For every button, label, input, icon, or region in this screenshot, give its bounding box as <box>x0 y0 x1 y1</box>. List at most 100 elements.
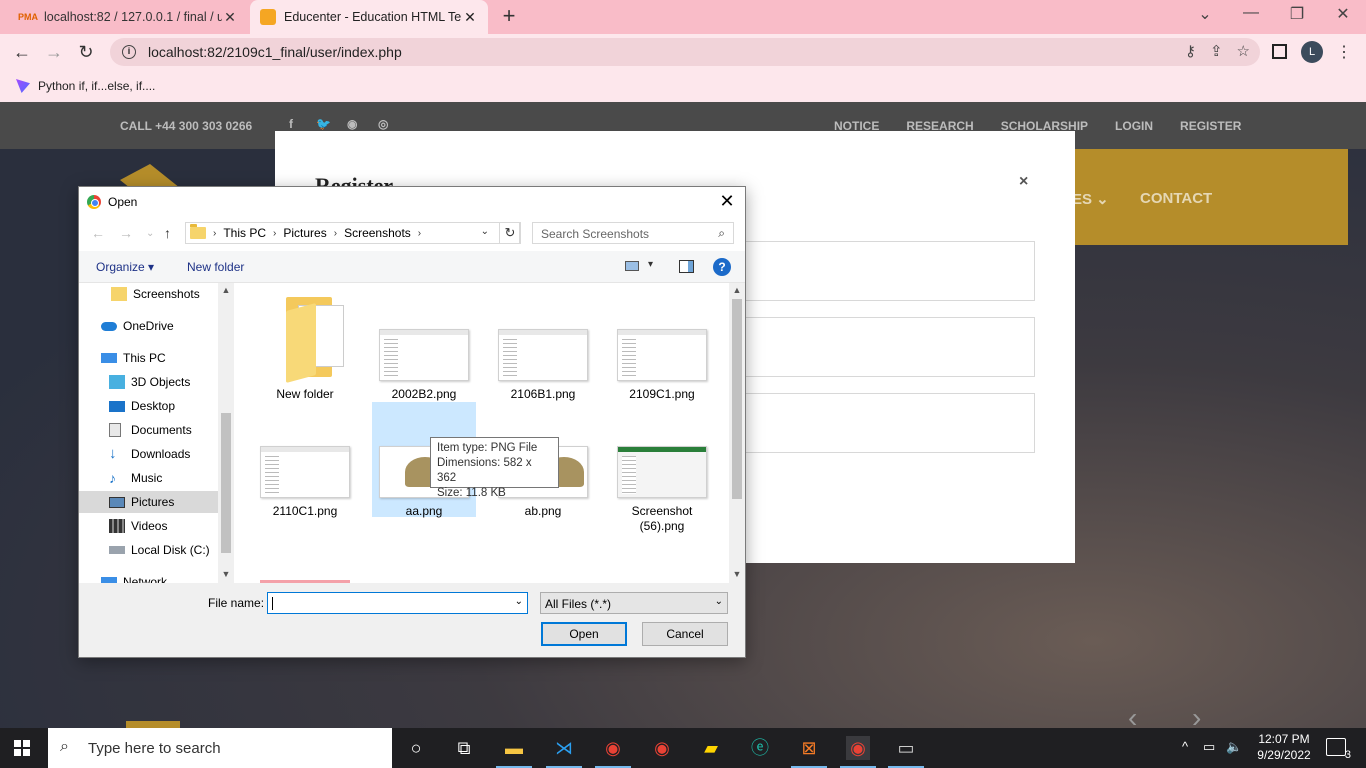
instagram-icon[interactable]: ◎ <box>378 117 388 131</box>
key-icon[interactable]: ⚷ <box>1185 42 1196 60</box>
up-arrow-icon[interactable]: ↑ <box>164 225 171 241</box>
modal-close-icon[interactable]: × <box>1019 173 1028 191</box>
scroll-up-icon[interactable]: ▲ <box>218 285 234 295</box>
back-arrow-icon[interactable]: ← <box>10 40 34 64</box>
dialog-search-input[interactable]: Search Screenshots ⌕ <box>532 222 734 244</box>
notification-icon[interactable]: 3 <box>1326 738 1351 761</box>
register-field-1[interactable] <box>745 241 1035 301</box>
change-view-icon[interactable] <box>625 261 639 271</box>
chevron-down-icon[interactable]: ⌄ <box>481 226 489 237</box>
file-item-new-folder[interactable]: New folder <box>253 285 357 401</box>
windows-start-icon[interactable] <box>14 740 30 756</box>
register-field-3[interactable] <box>745 393 1035 453</box>
chrome-icon[interactable]: ◉ <box>595 736 631 768</box>
close-window-button[interactable]: ✕ <box>1320 4 1366 24</box>
tab-phpmyadmin[interactable]: PMA localhost:82 / 127.0.0.1 / final / u… <box>10 0 248 34</box>
nav-item-desktop[interactable]: Desktop <box>79 395 219 417</box>
scrollbar-thumb[interactable] <box>732 299 742 499</box>
slider-prev-icon[interactable]: ‹ <box>1128 702 1137 728</box>
scroll-down-icon[interactable]: ▼ <box>729 569 745 579</box>
register-field-2[interactable] <box>745 317 1035 377</box>
vscode-icon[interactable]: ⋊ <box>546 736 582 768</box>
minimize-button[interactable]: — <box>1228 4 1274 22</box>
view-dropdown-icon[interactable]: ▾ <box>648 259 653 270</box>
file-item-2002b2[interactable]: 2002B2.png <box>372 285 476 401</box>
kebab-menu-icon[interactable]: ⋮ <box>1336 42 1352 62</box>
terminal-icon[interactable]: ▭ <box>888 736 924 768</box>
address-bar[interactable]: i localhost:82/2109c1_final/user/index.p… <box>110 38 1260 66</box>
nav-item-onedrive[interactable]: OneDrive <box>79 315 219 337</box>
avatar[interactable]: L <box>1301 41 1323 63</box>
nav-item-this-pc[interactable]: This PC <box>79 347 219 369</box>
tab-search-icon[interactable]: ⌄ <box>1182 4 1228 24</box>
tab-educenter[interactable]: Educenter - Education HTML Tem ✕ <box>250 0 488 34</box>
nav-item-network[interactable]: Network <box>79 571 219 583</box>
close-tab-icon[interactable]: ✕ <box>462 9 478 26</box>
chevron-up-icon[interactable]: ^ <box>1182 739 1188 754</box>
slider-indicator[interactable] <box>126 721 180 728</box>
site-info-icon[interactable]: i <box>122 45 136 59</box>
forward-arrow-icon[interactable]: → <box>119 225 133 241</box>
taskbar-clock[interactable]: 12:07 PM 9/29/2022 <box>1256 731 1312 763</box>
network-icon[interactable]: ▭ <box>1203 739 1215 755</box>
nav-register[interactable]: REGISTER <box>1180 119 1241 133</box>
dialog-breadcrumb[interactable]: › This PC › Pictures › Screenshots › ⌄ <box>185 222 520 244</box>
sticky-notes-icon[interactable]: ▰ <box>699 736 723 760</box>
recent-locations-icon[interactable]: ⌄ <box>146 228 154 239</box>
nav-item-3d-objects[interactable]: 3D Objects <box>79 371 219 393</box>
file-item-2110c1[interactable]: 2110C1.png <box>253 402 357 518</box>
forward-arrow-icon[interactable]: → <box>42 40 66 64</box>
facebook-icon[interactable]: f <box>289 117 293 131</box>
chevron-down-icon[interactable]: ⌄ <box>515 596 523 607</box>
nav-item-videos[interactable]: Videos <box>79 515 219 537</box>
volume-icon[interactable]: 🔈 <box>1226 739 1242 755</box>
restore-button[interactable]: ❐ <box>1274 4 1320 24</box>
slider-next-icon[interactable]: › <box>1192 702 1201 728</box>
file-item-2106b1[interactable]: 2106B1.png <box>491 285 595 401</box>
open-button[interactable]: Open <box>541 622 627 646</box>
dialog-close-icon[interactable]: ✕ <box>715 191 739 212</box>
new-folder-button[interactable]: New folder <box>187 260 244 274</box>
nav-item-downloads[interactable]: ↓ Downloads <box>79 443 219 465</box>
nav-item-music[interactable]: ♪ Music <box>79 467 219 489</box>
task-view-icon[interactable]: ⧉ <box>452 736 476 760</box>
scroll-up-icon[interactable]: ▲ <box>729 285 745 295</box>
github-icon[interactable]: ◉ <box>347 117 357 131</box>
file-pane-scrollbar[interactable]: ▲ ▼ <box>729 283 745 583</box>
twitter-icon[interactable]: 🐦 <box>316 117 331 131</box>
reload-icon[interactable]: ↻ <box>74 40 98 64</box>
cancel-button[interactable]: Cancel <box>642 622 728 646</box>
help-icon[interactable]: ? <box>713 258 731 276</box>
nav-login[interactable]: LOGIN <box>1115 119 1153 133</box>
nav-pages-dropdown[interactable]: ES ⌄ <box>1072 190 1109 208</box>
organize-button[interactable]: Organize ▾ <box>96 260 154 274</box>
cortana-icon[interactable]: ○ <box>404 736 428 760</box>
breadcrumb-pictures[interactable]: Pictures <box>283 226 326 240</box>
close-tab-icon[interactable]: ✕ <box>222 9 238 26</box>
bookmark-star-icon[interactable]: ☆ <box>1237 42 1250 60</box>
nav-item-pictures[interactable]: Pictures <box>79 491 219 513</box>
scroll-down-icon[interactable]: ▼ <box>218 569 234 579</box>
back-arrow-icon[interactable]: ← <box>91 225 105 241</box>
chrome-icon[interactable]: ◉ <box>840 736 876 768</box>
breadcrumb-screenshots[interactable]: Screenshots <box>344 226 411 240</box>
nav-item-local-disk[interactable]: Local Disk (C:) <box>79 539 219 561</box>
xampp-icon[interactable]: ⊠ <box>791 736 827 768</box>
breadcrumb-this-pc[interactable]: This PC <box>223 226 266 240</box>
taskbar-search-input[interactable]: ⌕ Type here to search <box>48 728 392 768</box>
preview-pane-icon[interactable] <box>679 260 694 273</box>
file-item-2109c1[interactable]: 2109C1.png <box>610 285 714 401</box>
file-explorer-icon[interactable]: ▬ <box>496 736 532 768</box>
bookmark-item[interactable]: Python if, if...else, if.... <box>38 79 155 93</box>
new-tab-button[interactable]: + <box>497 5 521 29</box>
chrome-icon[interactable]: ◉ <box>650 736 674 760</box>
edge-icon[interactable]: ⓔ <box>748 736 772 760</box>
scrollbar-thumb[interactable] <box>221 413 231 553</box>
filename-input[interactable]: ⌄ <box>267 592 528 614</box>
nav-item-documents[interactable]: Documents <box>79 419 219 441</box>
file-item-screenshot-56[interactable]: Screenshot (56).png <box>610 402 714 533</box>
nav-pane-scrollbar[interactable]: ▲ ▼ <box>218 283 234 583</box>
share-icon[interactable]: ⇪ <box>1210 42 1223 60</box>
nav-item-screenshots[interactable]: Screenshots <box>79 283 219 305</box>
nav-contact[interactable]: CONTACT <box>1140 190 1212 207</box>
